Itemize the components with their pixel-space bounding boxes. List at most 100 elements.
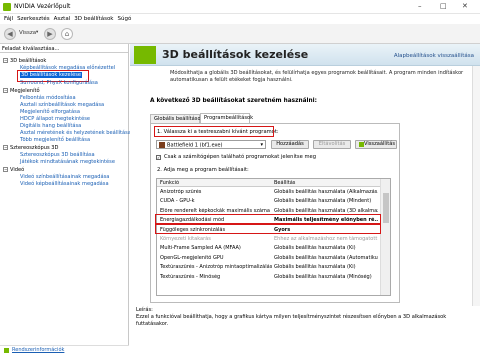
table-row[interactable]: OpenGL-megjelenítő GPU Globális beállítás… [157, 254, 380, 262]
program-select-value: Battlefield 1 (bf1.exe) [167, 142, 223, 149]
grid-scrollbar[interactable] [380, 179, 390, 295]
menu-bar: Fájl Szerkesztés Asztal 3D beállítások Súgó [0, 14, 480, 24]
sidebar-group-stereo[interactable]: − Sztereoszkópus 3D [3, 145, 58, 151]
sidebar-group-video[interactable]: − Videó [3, 167, 24, 173]
system-info-link[interactable]: Rendszerinformációk [12, 347, 64, 353]
description-text: Ezzel a funkcióval beállíthatja, hogy a … [136, 314, 447, 327]
setting-cell: Globális beállítás használata (Ki) [274, 245, 356, 252]
sidebar-group-3d[interactable]: −3D beállítások [3, 58, 46, 64]
feature-cell: Multi-Frame Sampled AA (MFAA) [160, 245, 241, 252]
table-row[interactable]: Textúraszűrés - Minőség Globális beállítá… [157, 273, 380, 281]
back-dropdown-icon[interactable]: ▾ [36, 30, 38, 35]
collapse-icon[interactable]: − [3, 88, 8, 93]
show-local-programs-label: Csak a számítógépen található programoka… [164, 154, 316, 160]
feature-cell: OpenGL-megjelenítő GPU [160, 254, 224, 261]
sidebar-item-stereo-setup[interactable]: Sztereoszkópus 3D beállítása [20, 152, 95, 158]
table-row[interactable]: Anizotróp szűrés Globális beállítás haszn… [157, 188, 380, 196]
sidebar-item-game-ratings[interactable]: Játékok mindtatásának megtekintése [20, 159, 115, 165]
sidebar-item-video-color[interactable]: Videó színbeállításainak megadása [20, 174, 109, 180]
home-icon[interactable]: ⌂ [61, 28, 73, 40]
restore-program-button[interactable]: Visszaállítás [355, 140, 397, 149]
sidebar-item-surround-physx[interactable]: Surround, PhysX konfigurálása [20, 80, 98, 86]
feature-cell: Környezeti kitakarás [160, 236, 211, 242]
back-label[interactable]: Vissza [19, 30, 36, 36]
sidebar-header: Feladat kiválasztása... [0, 44, 128, 53]
minimize-button[interactable]: – [418, 2, 422, 10]
highlight-box-step1 [154, 126, 274, 137]
menu-edit[interactable]: Szerkesztés [17, 16, 50, 22]
remove-program-button[interactable]: Eltávolítás [313, 140, 351, 149]
sidebar-item-multi-display[interactable]: Több megjelenítő beállítása [20, 137, 90, 143]
main-scrollbar[interactable] [472, 66, 480, 306]
program-settings-grid: Funkció Beállítás Anizotróp szűrés Globál… [156, 178, 391, 296]
3d-settings-logo-icon [134, 46, 156, 64]
sidebar-item-video-image[interactable]: Videó képbeállításainak megadása [20, 181, 109, 187]
program-select[interactable]: Battlefield 1 (bf1.exe) ▾ [156, 140, 266, 149]
show-local-programs-checkbox[interactable]: ✓ [156, 155, 161, 160]
sidebar-group-label: Videó [10, 167, 25, 173]
grid-header-feature: Funkció [160, 180, 180, 186]
forward-arrow-icon[interactable]: ▶ [44, 28, 56, 40]
feature-cell: Textúraszűrés - Anizotróp mintaoptimaliz… [160, 264, 272, 271]
back-arrow-icon[interactable]: ◀ [4, 28, 16, 40]
section-heading: A következő 3D beállításokat szeretném h… [150, 98, 317, 104]
sidebar-item-rotate[interactable]: Megjelenítő elforgatása [20, 109, 80, 115]
feature-cell: Előre renderelt képkockák maximális szám… [160, 207, 270, 214]
setting-cell: Globális beállítás használata (Automatik… [274, 254, 378, 261]
table-row[interactable]: Multi-Frame Sampled AA (MFAA) Globális be… [157, 244, 380, 252]
sidebar-item-hdcp[interactable]: HDCP állapot megtekintése [20, 116, 90, 122]
collapse-icon[interactable]: − [3, 167, 8, 172]
sidebar-item-digital-audio[interactable]: Digitális hang beállítása [20, 123, 81, 129]
feature-cell: Anizotróp szűrés [160, 189, 202, 195]
feature-cell: CUDA - GPU-k [160, 198, 195, 205]
menu-file[interactable]: Fájl [4, 16, 13, 22]
setting-cell: Globális beállítás használata (Ki) [274, 264, 356, 271]
setting-cell: Globális beállítás használata (Mindent) [274, 198, 372, 205]
sidebar-group-label: Sztereoszkópus 3D [10, 145, 59, 151]
program-icon [159, 142, 165, 148]
table-row[interactable]: Textúraszűrés - Anizotróp mintaoptimaliz… [157, 263, 380, 271]
menu-3d-settings[interactable]: 3D beállítások [74, 16, 113, 22]
task-sidebar: Feladat kiválasztása... −3D beállítások … [0, 44, 131, 345]
sidebar-item-resolution[interactable]: Felbontás módosítása [20, 95, 76, 101]
system-info-icon [4, 348, 9, 353]
sidebar-footer: Rendszerinformációk [0, 345, 129, 355]
description-box: Leírás: Ezzel a funkcióval beállíthatja,… [136, 307, 472, 353]
sidebar-group-label: 3D beállítások [10, 58, 47, 64]
table-row[interactable]: Környezeti kitakarás Ehhez az alkalmazásh… [157, 235, 380, 243]
add-program-button[interactable]: Hozzáadás [271, 140, 309, 149]
grid-header-setting: Beállítás [274, 180, 296, 186]
chevron-down-icon: ▾ [260, 142, 263, 148]
grid-scrollbar-thumb[interactable] [383, 193, 389, 223]
sidebar-item-desktop-size[interactable]: Asztal méretének és helyzetének beállítá… [20, 130, 131, 136]
setting-cell: Ehhez az alkalmazáshoz nem támogatott [274, 236, 378, 242]
grid-header-row: Funkció Beállítás [157, 179, 380, 188]
table-row[interactable]: CUDA - GPU-k Globális beállítás használat… [157, 197, 380, 205]
restore-program-label: Visszaállítás [363, 141, 396, 147]
tab-program-settings[interactable]: Programbeállítások [200, 113, 253, 123]
page-title: 3D beállítások kezelése [162, 48, 309, 61]
nvidia-logo-icon [3, 3, 11, 11]
tab-global-settings[interactable]: Globális beállítások [150, 114, 204, 123]
sidebar-group-display[interactable]: − Megjelenítő [3, 88, 40, 94]
sidebar-item-desktop-color[interactable]: Asztali színbeállítások megadása [20, 102, 104, 108]
maximize-button[interactable]: □ [440, 2, 447, 10]
setting-cell: Globális beállítás használata (Alkalmazá… [274, 189, 378, 195]
highlight-box-vsync [155, 223, 381, 234]
close-button[interactable]: ✕ [462, 2, 468, 10]
page-banner: 3D beállítások kezelése Alapbeállítások … [130, 44, 480, 66]
title-bar: NVIDIA Vezérlőpult – □ ✕ [0, 0, 480, 14]
description-heading: Leírás: [136, 307, 153, 313]
setting-cell: Globális beállítás használata (Minőség) [274, 273, 372, 280]
menu-desktop[interactable]: Asztal [54, 16, 71, 22]
restore-icon [359, 142, 364, 147]
feature-cell: Textúraszűrés - Minőség [160, 273, 221, 280]
step2-label: 2. Adja meg a program beállításait: [157, 167, 249, 173]
setting-cell: Globális beállítás használata (3D alkalm… [274, 207, 378, 214]
restore-defaults-link[interactable]: Alapbeállítások visszaállítása [394, 53, 474, 59]
menu-help[interactable]: Súgó [118, 16, 132, 22]
sidebar-group-label: Megjelenítő [10, 88, 40, 94]
collapse-icon[interactable]: − [3, 58, 8, 63]
highlight-box-power-mode [155, 214, 381, 224]
collapse-icon[interactable]: − [3, 145, 8, 150]
